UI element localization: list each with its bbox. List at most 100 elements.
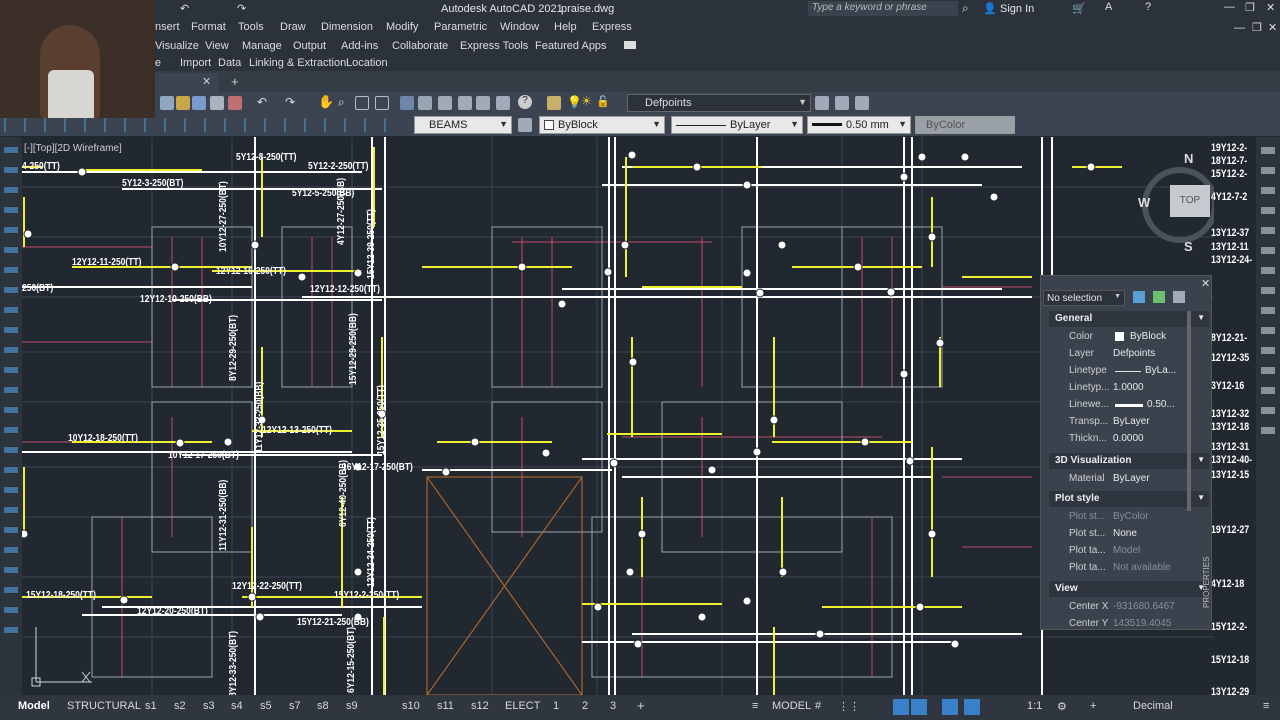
minimize-button[interactable]: — [1224, 1, 1235, 13]
prop-row[interactable]: Center X -931680.6467 [1049, 598, 1209, 615]
make-current-icon[interactable] [815, 96, 829, 110]
layer-properties-icon[interactable] [547, 96, 561, 110]
modify-tool-icons[interactable] [1261, 147, 1275, 437]
grid-icon[interactable]: # [815, 700, 821, 712]
layout-tab[interactable]: STRUCTURAL [67, 700, 141, 712]
tab-express-tools[interactable]: Express Tools [460, 40, 528, 52]
palette-scrollbar[interactable] [1187, 311, 1191, 511]
layer-freeze-icon[interactable]: ☀ [581, 94, 592, 108]
layout-tab-model[interactable]: Model [18, 700, 50, 712]
customize-icon[interactable]: ≡ [1263, 700, 1269, 712]
viewcube-top-face[interactable]: TOP [1170, 185, 1210, 217]
menu-window[interactable]: Window [500, 21, 539, 33]
sign-in-link[interactable]: Sign In [1000, 3, 1034, 15]
menu-format[interactable]: Format [191, 21, 226, 33]
prop-row[interactable]: Plot st... None [1049, 525, 1209, 542]
menu-insert[interactable]: Insert [152, 21, 180, 33]
lineweight-dropdown[interactable]: 0.50 mm ▼ [807, 116, 911, 134]
section-general[interactable]: General ▼ [1049, 311, 1209, 327]
settings-icon[interactable]: ⚙ [1057, 700, 1067, 713]
match-properties-icon[interactable] [518, 118, 532, 132]
layout-tab[interactable]: 1 [553, 700, 559, 712]
redo-toolbar-icon[interactable]: ↷ [285, 95, 295, 109]
user-icon[interactable]: 👤 [983, 2, 997, 15]
menu-modify[interactable]: Modify [386, 21, 418, 33]
add-icon[interactable]: + [1090, 700, 1096, 712]
toggle-pickadd-icon[interactable] [1133, 291, 1145, 303]
layout-tab[interactable]: s3 [203, 700, 215, 712]
drawing-canvas[interactable]: [-][Top][2D Wireframe] 5Y12-8-250(TT) 5Y… [22, 137, 1214, 695]
prop-row[interactable]: Plot ta... Not available [1049, 559, 1209, 576]
pan-icon[interactable]: ✋ [318, 94, 334, 110]
close-tab-icon[interactable]: ✕ [202, 75, 211, 88]
layout-tab[interactable]: s11 [437, 700, 454, 712]
restore-button[interactable]: ❐ [1245, 1, 1255, 14]
menu-dimension[interactable]: Dimension [321, 21, 373, 33]
layer-state-icon[interactable] [855, 96, 869, 110]
help-toolbar-icon[interactable]: ? [518, 95, 532, 109]
units-dropdown[interactable]: Decimal [1133, 700, 1173, 712]
status-menu-icon[interactable]: ≡ [752, 700, 758, 712]
section-plot-style[interactable]: Plot style ▼ [1049, 491, 1209, 507]
layout-tab[interactable]: s1 [145, 700, 157, 712]
layer-dropdown[interactable]: Defpoints ▼ [627, 94, 811, 112]
erase-icon[interactable] [228, 96, 242, 110]
layout-tab[interactable]: s10 [402, 700, 420, 712]
add-layout-icon[interactable]: + [637, 698, 645, 713]
selection-dropdown[interactable]: No selection ▼ [1043, 290, 1125, 306]
menu-parametric[interactable]: Parametric [434, 21, 487, 33]
cart-icon[interactable]: 🛒 [1072, 2, 1086, 15]
tab-add-ins[interactable]: Add-ins [341, 40, 378, 52]
model-space-toggle[interactable]: MODEL [772, 700, 811, 712]
doc-restore-button[interactable]: ❐ [1252, 21, 1262, 34]
layer-on-icon[interactable]: 💡 [567, 95, 582, 109]
tab-data[interactable]: Data [218, 57, 241, 69]
section-view[interactable]: View ▼ [1049, 581, 1209, 597]
prop-row[interactable]: Transp... ByLayer [1049, 413, 1209, 430]
search-box[interactable]: Type a keyword or phrase [808, 1, 958, 16]
linetype-dropdown[interactable]: ByLayer ▼ [671, 116, 803, 134]
polar-icon[interactable] [911, 699, 927, 715]
viewcube-south[interactable]: S [1184, 239, 1193, 254]
properties-palette[interactable]: ✕ No selection ▼ General ▼ Color ByBlock… [1040, 275, 1212, 630]
viewcube-west[interactable]: W [1138, 195, 1150, 210]
layout-tab[interactable]: 3 [610, 700, 616, 712]
prop-row[interactable]: Color ByBlock [1049, 328, 1209, 345]
markup-icon[interactable] [476, 96, 490, 110]
tab-manage[interactable]: Manage [242, 40, 282, 52]
annotation-scale[interactable]: 1:1 [1027, 700, 1042, 712]
search-icon[interactable]: ⌕ [962, 1, 969, 16]
viewcube-north[interactable]: N [1184, 151, 1193, 166]
draw-tool-icons[interactable] [4, 147, 18, 647]
viewcube[interactable]: N W S TOP [1138, 151, 1214, 267]
sheet-set-icon[interactable] [458, 96, 472, 110]
menu-help[interactable]: Help [554, 21, 577, 33]
redo-icon[interactable]: ↷ [237, 2, 246, 15]
dimstyle-dropdown[interactable]: BEAMS ▼ [414, 116, 512, 134]
menu-express[interactable]: Express [592, 21, 632, 33]
doc-minimize-button[interactable]: — [1234, 22, 1245, 34]
annotation-icon[interactable] [964, 699, 980, 715]
tab-visualize[interactable]: Visualize [155, 40, 199, 52]
layout-tab[interactable]: 2 [582, 700, 588, 712]
layout-tab[interactable]: ELECT [505, 700, 540, 712]
undo-toolbar-icon[interactable]: ↶ [257, 95, 267, 109]
layout-tab[interactable]: s9 [346, 700, 358, 712]
open-icon[interactable] [176, 96, 190, 110]
file-tab-praise[interactable]: ✕ [150, 73, 218, 92]
prop-row[interactable]: Plot ta... Model [1049, 542, 1209, 559]
new-tab-icon[interactable]: + [231, 74, 239, 89]
layout-tab[interactable]: s4 [231, 700, 243, 712]
layout-tab[interactable]: s5 [260, 700, 272, 712]
search-input[interactable]: Type a keyword or phrase [812, 2, 927, 13]
prop-row[interactable]: Linewe... 0.50... [1049, 396, 1209, 413]
zoom-realtime-icon[interactable]: ⌕ [338, 95, 345, 110]
layout-tab[interactable]: s7 [289, 700, 301, 712]
viewport-label[interactable]: [-][Top][2D Wireframe] [24, 143, 122, 154]
prop-row[interactable]: Material ByLayer [1049, 470, 1209, 487]
color-dropdown[interactable]: ByBlock ▼ [539, 116, 665, 134]
prop-row[interactable]: Linetyp... 1.0000 [1049, 379, 1209, 396]
tab-collaborate[interactable]: Collaborate [392, 40, 448, 52]
select-objects-icon[interactable] [1153, 291, 1165, 303]
menu-draw[interactable]: Draw [280, 21, 306, 33]
